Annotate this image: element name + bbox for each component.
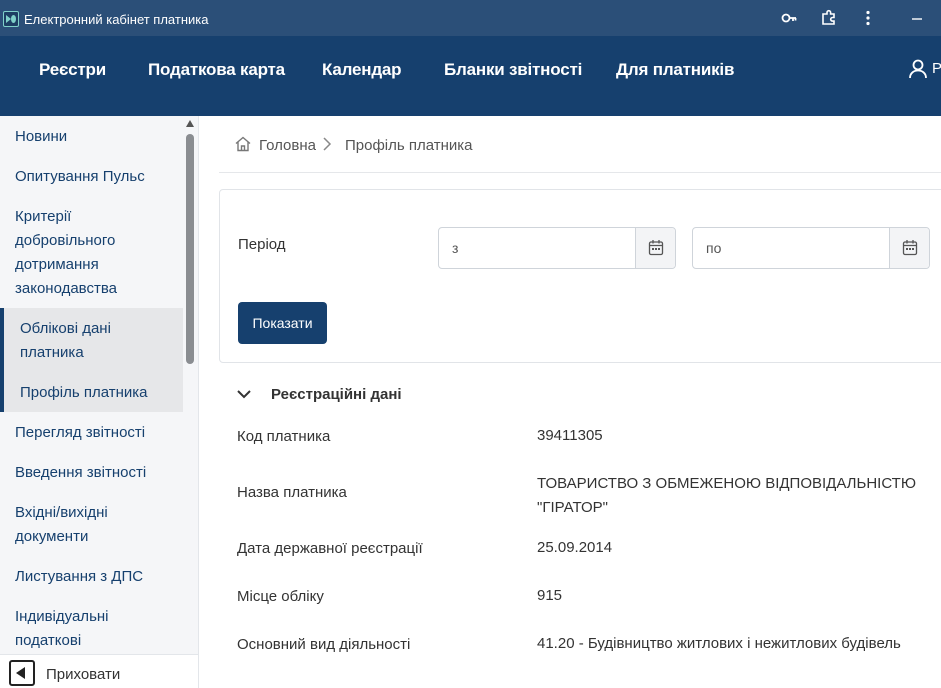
sidebar-scroll-thumb[interactable] (186, 134, 194, 364)
date-to-field[interactable] (692, 227, 930, 269)
field-value-payer-name: ТОВАРИСТВО З ОБМЕЖЕНОЮ ВІДПОВІДАЛЬНІСТЮ … (537, 475, 916, 516)
key-icon[interactable] (779, 9, 799, 27)
collapse-left-icon[interactable] (9, 660, 35, 686)
nav-item-tax-map[interactable]: Податкова карта (148, 60, 285, 82)
window-title: Електронний кабінет платника (24, 12, 209, 27)
nav-item-registers[interactable]: Реєстри (39, 60, 106, 82)
sidebar-hide-bar[interactable]: Приховати (0, 654, 198, 688)
sidebar-active-indicator (0, 308, 4, 412)
sidebar-item-individual-tax[interactable]: Індивідуальні податкові (15, 605, 120, 653)
sidebar-item-correspondence[interactable]: Листування з ДПС (15, 565, 175, 589)
window-titlebar: Електронний кабінет платника (0, 0, 941, 36)
sidebar-item-compliance-criteria[interactable]: Критерії добровільного дотримання законо… (15, 205, 130, 301)
sidebar: Новини Опитування Пульс Критерії доброві… (0, 116, 199, 688)
nav-item-calendar[interactable]: Календар (322, 60, 402, 82)
field-label-registration-date: Дата державної реєстрації (237, 540, 423, 557)
sidebar-subitem-payer-profile[interactable]: Профіль платника (20, 381, 180, 405)
field-label-payer-name: Назва платника (237, 484, 347, 501)
sidebar-item-pulse-survey[interactable]: Опитування Пульс (15, 165, 175, 189)
main-navbar: Реєстри Податкова карта Календар Бланки … (0, 36, 941, 116)
field-label-main-activity: Основний вид діяльності (237, 636, 411, 653)
sidebar-item-view-reports[interactable]: Перегляд звітності (15, 421, 175, 445)
scroll-up-arrow-icon[interactable] (186, 120, 194, 127)
field-label-registration-place: Місце обліку (237, 588, 324, 605)
user-icon[interactable] (908, 58, 928, 80)
period-label: Період (238, 236, 286, 253)
sidebar-item-enter-reports[interactable]: Введення звітності (15, 461, 175, 485)
hide-sidebar-label[interactable]: Приховати (46, 666, 120, 683)
sidebar-subitem-account-data[interactable]: Облікові дані платника (20, 317, 140, 365)
home-icon[interactable] (234, 135, 252, 153)
app-logo-icon (3, 11, 19, 27)
date-from-input[interactable] (439, 228, 636, 268)
user-menu-label[interactable]: Р (932, 60, 941, 77)
field-value-registration-date: 25.09.2014 (537, 539, 613, 556)
nav-item-report-forms[interactable]: Бланки звітності (444, 60, 582, 82)
field-value-main-activity: 41.20 - Будівництво житлових і нежитлови… (537, 635, 901, 652)
minimize-icon[interactable] (906, 9, 928, 27)
field-value-payer-code: 39411305 (537, 427, 603, 444)
date-to-input[interactable] (693, 228, 890, 268)
chevron-down-icon[interactable] (236, 386, 252, 402)
show-button[interactable]: Показати (238, 302, 327, 344)
breadcrumb-home[interactable]: Головна (259, 137, 316, 154)
date-from-field[interactable] (438, 227, 676, 269)
calendar-icon[interactable] (635, 228, 675, 268)
breadcrumb-current: Профіль платника (345, 137, 473, 154)
breadcrumb-divider (219, 172, 941, 173)
calendar-icon[interactable] (889, 228, 929, 268)
extension-icon[interactable] (819, 9, 839, 27)
sidebar-item-news[interactable]: Новини (15, 125, 175, 149)
main-content: Головна Профіль платника Період Показати… (199, 116, 941, 688)
nav-item-for-payers[interactable]: Для платників (616, 60, 734, 82)
period-filter-card: Період Показати (219, 189, 941, 363)
field-value-registration-place: 915 (537, 587, 563, 604)
field-label-payer-code: Код платника (237, 428, 331, 445)
sidebar-item-documents[interactable]: Вхідні/вихідні документи (15, 501, 125, 549)
section-title-registration[interactable]: Реєстраційні дані (271, 386, 402, 403)
more-vert-icon[interactable] (859, 9, 877, 27)
chevron-right-icon (322, 135, 332, 158)
